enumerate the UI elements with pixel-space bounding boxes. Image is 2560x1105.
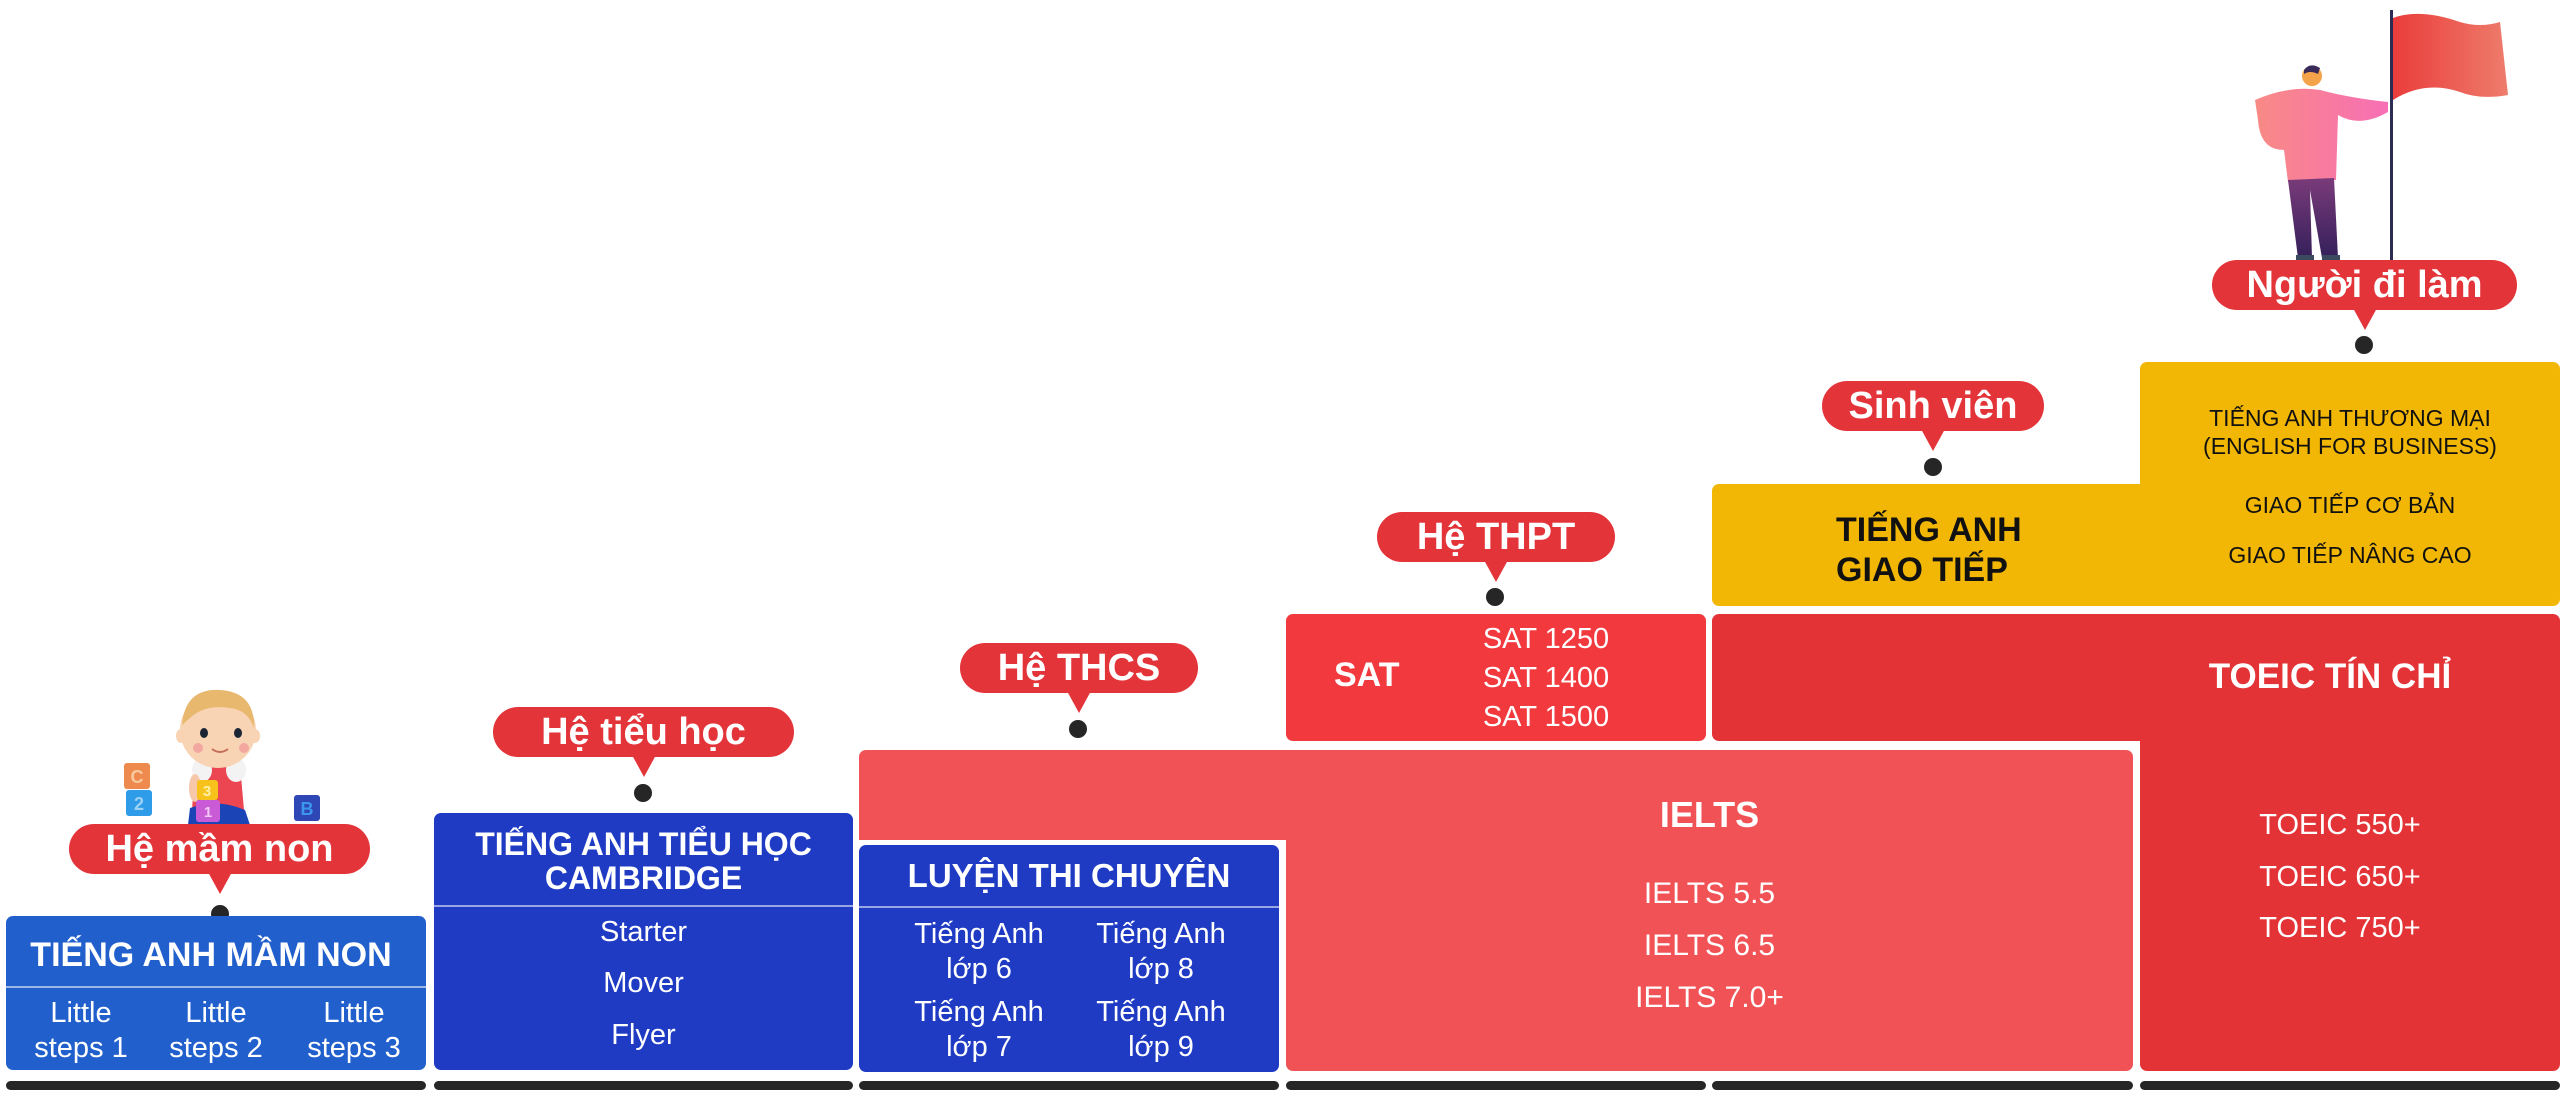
course-line: steps 3 [307, 1032, 401, 1064]
course-item: IELTS 6.5 [1643, 929, 1776, 962]
timeline-bar-secondary [859, 1081, 1279, 1090]
program-title: SAT [1334, 656, 1400, 694]
level-label-university: Sinh viên [1822, 381, 2044, 451]
program-title-line: TIẾNG ANH [1836, 511, 2022, 549]
course-line: Tiếng Anh [1096, 918, 1226, 950]
program-specialized-exam-prep: LUYỆN THI CHUYÊN Tiếng Anh lớp 6 Tiếng A… [859, 845, 1279, 1072]
course-item: IELTS 5.5 [1643, 877, 1776, 910]
man-icon [2255, 65, 2388, 260]
level-label-text: Sinh viên [1848, 384, 2018, 427]
course-item: Tiếng Anh lớp 6 [879, 917, 1079, 987]
program-title-line: CAMBRIDGE [544, 860, 743, 896]
course-line: Tiếng Anh [914, 996, 1044, 1028]
timeline-dot [2355, 336, 2373, 354]
block-b-letter: B [301, 799, 314, 819]
course-line: Little [185, 997, 247, 1029]
level-label-text: Hệ tiểu học [541, 710, 746, 753]
course-line: Little [50, 997, 112, 1029]
program-toeic: TOEIC TÍN CHỈ TOEIC 550+ TOEIC 650+ TOEI… [2140, 657, 2560, 1071]
level-label-primary: Hệ tiểu học [493, 707, 794, 777]
level-label-text: Hệ THCS [997, 646, 1161, 689]
course-item: TOEIC 750+ [2259, 912, 2421, 944]
course-item: Flyer [611, 1019, 676, 1051]
course-line: Tiếng Anh [1096, 996, 1226, 1028]
program-primary-cambridge: TIẾNG ANH TIỂU HỌC CAMBRIDGE Starter Mov… [434, 813, 853, 1070]
course-item: GIAO TIẾP CƠ BẢN [2244, 492, 2456, 518]
course-item: IELTS 7.0+ [1635, 981, 1784, 1014]
baby-with-blocks-illustration: C 2 3 1 B [124, 689, 320, 825]
program-title-line: (ENGLISH FOR BUSINESS) [2203, 433, 2497, 459]
course-item: SAT 1250 [1482, 623, 1610, 655]
program-title: TIẾNG ANH THƯƠNG MẠI (ENGLISH FOR BUSINE… [2140, 404, 2560, 460]
course-line: lớp 7 [946, 1031, 1012, 1063]
level-label-text: Hệ THPT [1416, 515, 1576, 558]
timeline-bar-kindergarten [6, 1081, 426, 1090]
divider [434, 905, 853, 907]
program-sat: SAT SAT 1250 SAT 1400 SAT 1500 [1286, 614, 1706, 741]
course-line: steps 2 [169, 1032, 263, 1064]
program-kindergarten-english: TIẾNG ANH MẦM NON Little steps 1 Little … [6, 916, 426, 1070]
course-item: Little steps 2 [151, 996, 281, 1066]
program-title: TIẾNG ANH GIAO TIẾP [1836, 510, 2022, 590]
timeline-bar-primary [434, 1081, 853, 1090]
course-line: Little [323, 997, 385, 1029]
course-item: Starter [599, 916, 688, 948]
course-item: Tiếng Anh lớp 7 [879, 995, 1079, 1065]
program-communication-english: TIẾNG ANH GIAO TIẾP GIAO TIẾP CƠ BẢN GIA… [1712, 484, 2560, 606]
program-title: LUYỆN THI CHUYÊN [907, 857, 1231, 894]
course-item: TOEIC 550+ [2259, 809, 2421, 841]
course-line: lớp 9 [1128, 1031, 1194, 1063]
program-business-english: TIẾNG ANH THƯƠNG MẠI (ENGLISH FOR BUSINE… [2140, 362, 2560, 492]
level-label-secondary: Hệ THCS [960, 643, 1198, 713]
timeline-dot [1069, 720, 1087, 738]
program-title: IELTS [1659, 794, 1760, 835]
course-line: lớp 8 [1128, 953, 1194, 985]
course-item: Tiếng Anh lớp 8 [1061, 917, 1261, 987]
divider [6, 986, 426, 988]
timeline-bar-high-school [1286, 1081, 1706, 1090]
block-2-number: 2 [134, 794, 144, 814]
level-label-high-school: Hệ THPT [1377, 512, 1615, 582]
block-1-number: 1 [204, 804, 212, 821]
course-item: Little steps 3 [289, 996, 419, 1066]
course-item: TOEIC 650+ [2259, 861, 2421, 893]
course-item: SAT 1400 [1482, 662, 1610, 694]
timeline-bar-working-adult [2140, 1081, 2560, 1090]
flag-icon [2390, 10, 2508, 260]
course-item: Tiếng Anh lớp 9 [1061, 995, 1261, 1065]
program-title-line: TIẾNG ANH TIỂU HỌC [475, 826, 812, 862]
timeline-bar-university [1712, 1081, 2133, 1090]
man-with-flag-illustration [2255, 10, 2508, 260]
program-title: TIẾNG ANH TIỂU HỌC CAMBRIDGE [434, 827, 853, 895]
course-line: lớp 6 [946, 953, 1012, 985]
course-line: steps 1 [34, 1032, 128, 1064]
course-line: Tiếng Anh [914, 918, 1044, 950]
level-label-working-adult: Người đi làm [2212, 260, 2517, 330]
program-title-line: GIAO TIẾP [1836, 551, 2008, 589]
timeline-dot [1486, 588, 1504, 606]
timeline-dot [1924, 458, 1942, 476]
program-title: TIẾNG ANH MẦM NON [30, 936, 392, 974]
course-item: Mover [603, 967, 684, 999]
program-title: TOEIC TÍN CHỈ [2208, 657, 2452, 696]
divider [859, 906, 1279, 908]
program-ielts: IELTS IELTS 5.5 IELTS 6.5 IELTS 7.0+ [1286, 794, 2133, 1071]
course-item: Little steps 1 [16, 996, 146, 1066]
level-label-kindergarten: Hệ mầm non [69, 824, 370, 894]
level-label-text: Hệ mầm non [105, 827, 334, 870]
level-label-text: Người đi làm [2246, 263, 2483, 306]
block-3-number: 3 [203, 783, 211, 800]
block-c-letter: C [131, 767, 144, 787]
program-title-line: TIẾNG ANH THƯƠNG MẠI [2209, 405, 2491, 431]
course-item: GIAO TIẾP NÂNG CAO [2228, 542, 2472, 568]
timeline-dot [634, 784, 652, 802]
course-item: SAT 1500 [1482, 701, 1610, 733]
